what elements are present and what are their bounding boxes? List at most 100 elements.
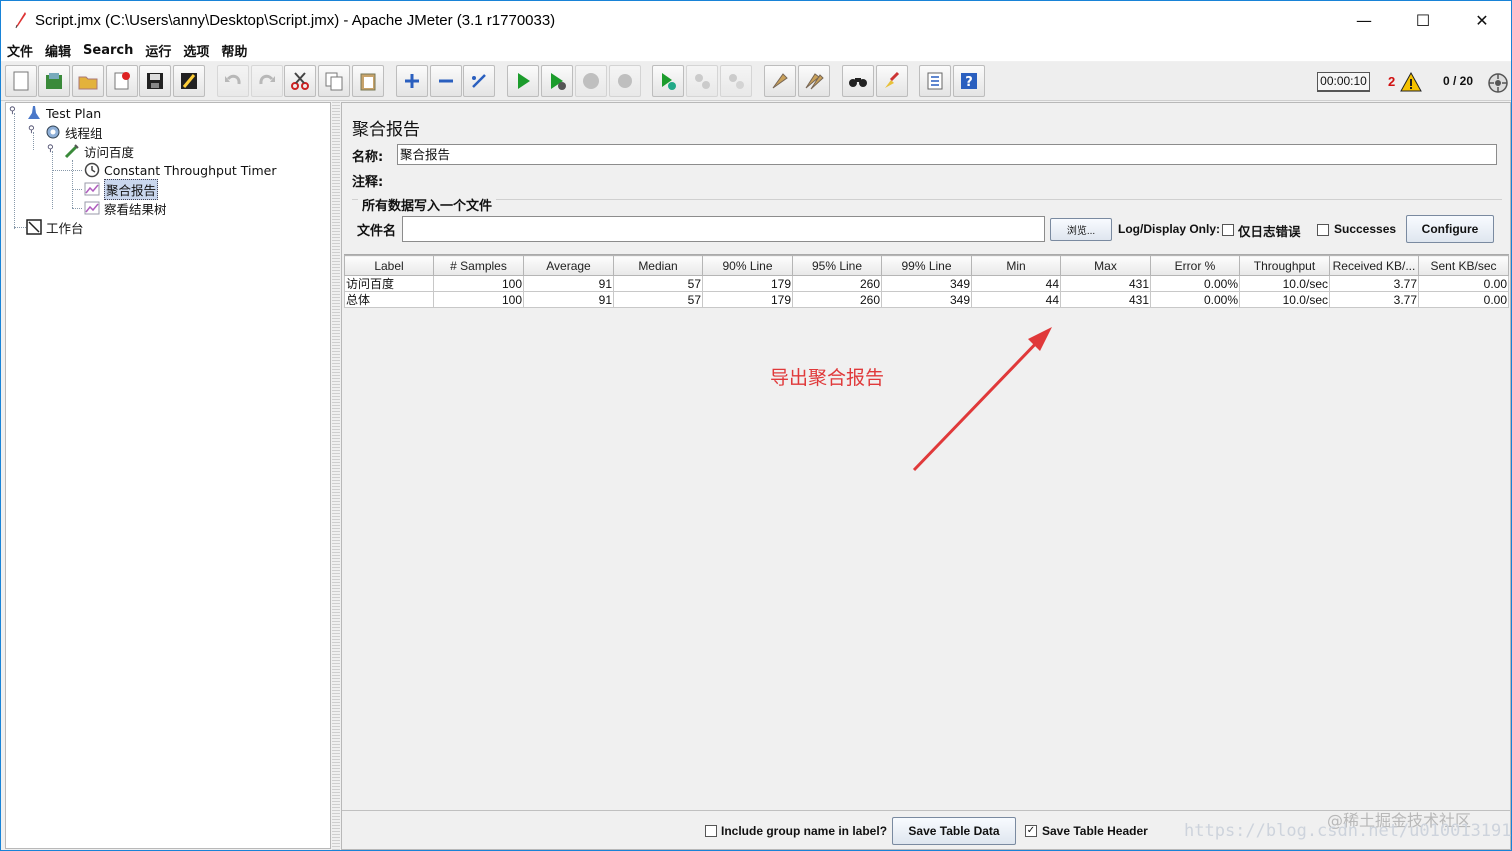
reset-search-icon[interactable] [876, 65, 908, 97]
save-icon[interactable] [139, 65, 171, 97]
cut-icon[interactable] [284, 65, 316, 97]
remote-start-icon[interactable] [652, 65, 684, 97]
table-cell: 349 [881, 275, 972, 292]
jmeter-feather-icon [13, 11, 27, 29]
clear-icon[interactable] [764, 65, 796, 97]
save-table-header-checkbox[interactable]: ✓ [1025, 825, 1037, 837]
close-icon[interactable] [106, 65, 138, 97]
undo-icon[interactable] [217, 65, 249, 97]
table-cell: 91 [523, 291, 614, 308]
remote-stop-icon[interactable] [686, 65, 718, 97]
start-no-pause-icon[interactable] [541, 65, 573, 97]
collapse-toggle-icon[interactable]: ⚲ [47, 144, 54, 154]
filename-input[interactable] [402, 216, 1045, 242]
menu-file[interactable]: 文件 [7, 41, 33, 60]
redo-icon[interactable] [251, 65, 283, 97]
column-header[interactable]: 95% Line [792, 255, 882, 276]
timer-icon [84, 162, 100, 178]
table-cell: 0.00% [1150, 275, 1240, 292]
save-table-data-button[interactable]: Save Table Data [892, 817, 1016, 845]
collapse-toggle-icon[interactable]: ⚲ [9, 106, 16, 116]
column-header[interactable]: Label [344, 255, 434, 276]
remote-shutdown-icon[interactable] [720, 65, 752, 97]
maximize-button[interactable]: ☐ [1394, 1, 1452, 39]
expand-icon[interactable] [396, 65, 428, 97]
search-icon[interactable] [842, 65, 874, 97]
function-helper-icon[interactable] [919, 65, 951, 97]
menu-run[interactable]: 运行 [145, 41, 171, 60]
collapse-icon[interactable] [430, 65, 462, 97]
paste-icon[interactable] [352, 65, 384, 97]
tree-item-test-plan[interactable]: Test Plan [26, 104, 101, 122]
name-input[interactable]: 聚合报告 [397, 144, 1497, 165]
warning-icon[interactable] [1400, 71, 1422, 92]
toggle-icon[interactable] [463, 65, 495, 97]
open-icon[interactable] [72, 65, 104, 97]
split-pane-divider[interactable] [332, 102, 340, 850]
errors-only-checkbox[interactable] [1222, 224, 1234, 236]
successes-checkbox[interactable] [1317, 224, 1329, 236]
column-header[interactable]: Median [613, 255, 703, 276]
column-header[interactable]: Received KB/... [1329, 255, 1419, 276]
annotation-text: 导出聚合报告 [770, 367, 885, 389]
column-header[interactable]: Sent KB/sec [1418, 255, 1509, 276]
column-header[interactable]: 99% Line [881, 255, 972, 276]
close-window-button[interactable]: ✕ [1453, 1, 1511, 39]
tree-item-workbench[interactable]: 工作台 [26, 218, 84, 236]
log-display-only-label: Log/Display Only: [1118, 222, 1221, 236]
errors-only-label: 仅日志错误 [1238, 224, 1301, 239]
shutdown-icon[interactable] [609, 65, 641, 97]
table-header: Label # Samples Average Median 90% Line … [344, 255, 1509, 276]
svg-text:?: ? [965, 75, 973, 90]
menu-edit[interactable]: 编辑 [45, 41, 71, 60]
column-header[interactable]: Min [971, 255, 1061, 276]
clear-all-icon[interactable] [798, 65, 830, 97]
column-header[interactable]: Average [523, 255, 614, 276]
templates-icon[interactable] [38, 65, 70, 97]
menu-help[interactable]: 帮助 [221, 41, 247, 60]
configure-button[interactable]: Configure [1406, 215, 1494, 243]
toolbar: ? 00:00:10 2 0 / 20 [1, 62, 1511, 101]
tree-item-sampler[interactable]: 访问百度 [64, 142, 134, 160]
table-cell: 57 [613, 291, 703, 308]
save-table-header-label: Save Table Header [1042, 824, 1148, 838]
column-header[interactable]: Max [1060, 255, 1151, 276]
name-row: 名称: [352, 144, 383, 166]
collapse-toggle-icon[interactable]: ⚲ [28, 125, 35, 135]
tree-item-label: 察看结果树 [104, 201, 167, 217]
minimize-button[interactable]: — [1335, 1, 1393, 39]
stop-icon[interactable] [575, 65, 607, 97]
tree-item-timer[interactable]: Constant Throughput Timer [84, 161, 276, 179]
include-group-checkbox[interactable] [705, 825, 717, 837]
menu-search[interactable]: Search [83, 43, 133, 58]
tree-item-aggregate-report[interactable]: 聚合报告 [84, 178, 159, 200]
tree-item-results-tree[interactable]: 察看结果树 [84, 199, 167, 217]
results-table: Label # Samples Average Median 90% Line … [344, 255, 1509, 308]
help-icon[interactable]: ? [953, 65, 985, 97]
table-row[interactable]: 访问百度 100 91 57 179 260 349 44 431 0.00% … [344, 275, 1509, 292]
elapsed-timer: 00:00:10 [1317, 72, 1370, 92]
browse-button[interactable]: 浏览... [1050, 218, 1112, 241]
table-row[interactable]: 总体 100 91 57 179 260 349 44 431 0.00% 10… [344, 291, 1509, 308]
copy-icon[interactable] [318, 65, 350, 97]
tree-item-thread-group[interactable]: 线程组 [45, 123, 103, 141]
remote-status-icon [1487, 72, 1509, 94]
column-header[interactable]: Throughput [1239, 255, 1330, 276]
comment-input[interactable] [397, 169, 1497, 190]
start-icon[interactable] [507, 65, 539, 97]
column-header[interactable]: # Samples [433, 255, 524, 276]
new-icon[interactable] [5, 65, 37, 97]
save-as-icon[interactable] [173, 65, 205, 97]
test-plan-tree: ⚲ ⚲ ⚲ Test Plan 线程组 访问百度 Constant Throug… [5, 102, 331, 849]
menu-options[interactable]: 选项 [183, 41, 209, 60]
table-cell: 0.00% [1150, 291, 1240, 308]
table-cell: 91 [523, 275, 614, 292]
table-cell: 总体 [344, 291, 434, 308]
column-header[interactable]: Error % [1150, 255, 1240, 276]
tree-guide [52, 151, 53, 209]
name-label: 名称: [352, 149, 384, 165]
tree-guide [14, 227, 26, 228]
column-header[interactable]: 90% Line [702, 255, 793, 276]
thread-count: 0 / 20 [1443, 74, 1474, 88]
comment-label: 注释: [352, 174, 384, 190]
